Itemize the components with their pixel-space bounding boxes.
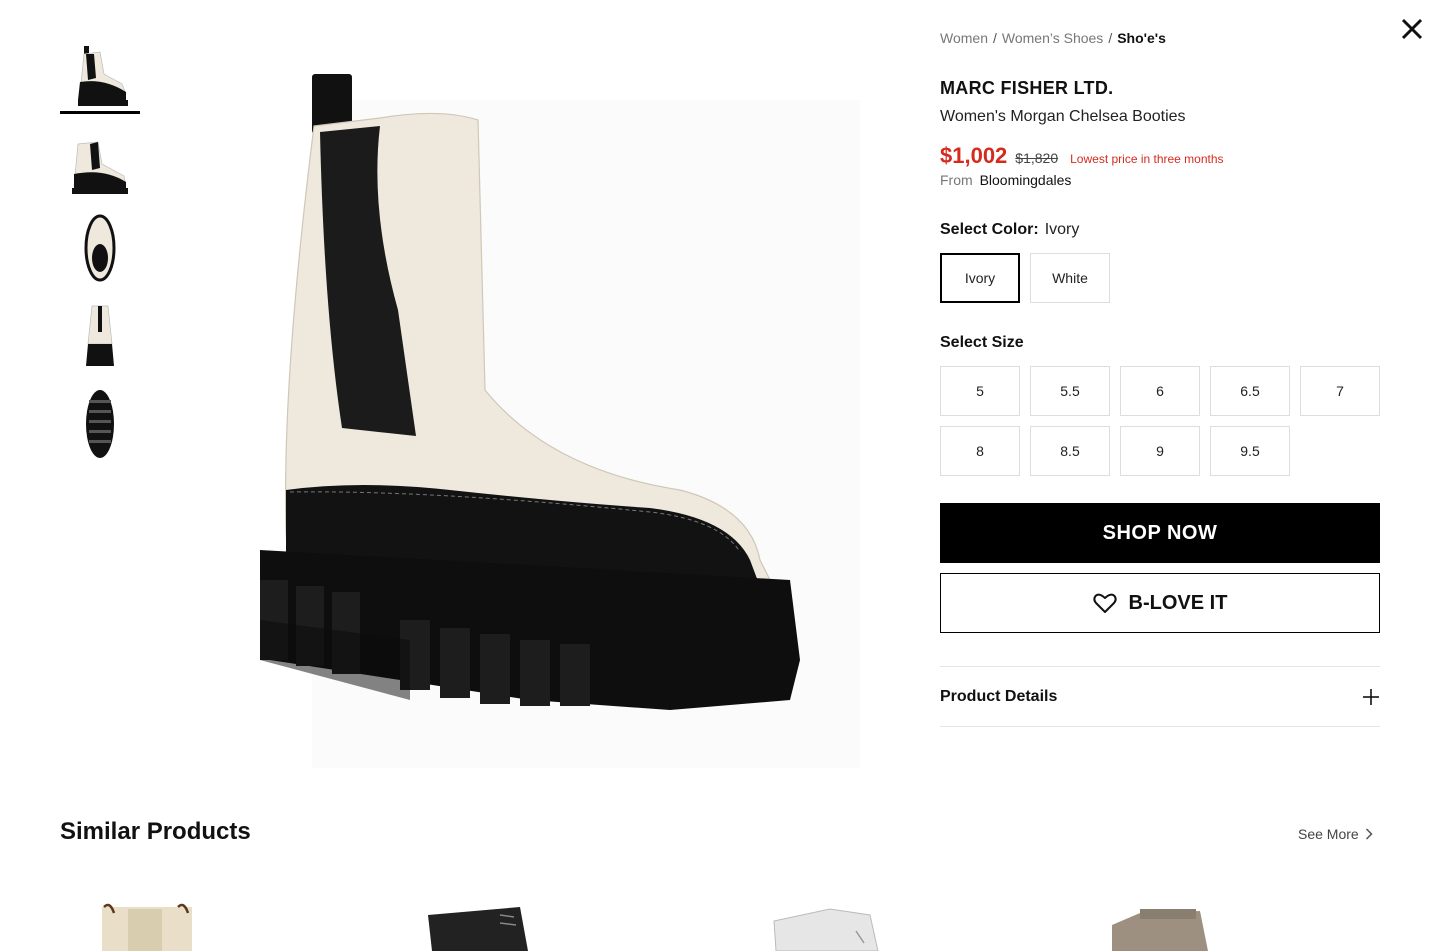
price-note: Lowest price in three months	[1070, 152, 1224, 166]
breadcrumb-current: Sho'e's	[1117, 30, 1166, 46]
main-product-image	[230, 60, 870, 780]
see-more-link[interactable]: See More	[1298, 826, 1373, 842]
breadcrumb-women[interactable]: Women	[940, 30, 988, 46]
thumbnail-sole-view[interactable]	[60, 382, 140, 466]
similar-product-card[interactable]	[760, 895, 960, 951]
size-option-6-5[interactable]: 6.5	[1210, 366, 1290, 416]
size-option-9[interactable]: 9	[1120, 426, 1200, 476]
plus-icon	[1363, 688, 1379, 705]
size-option-5-5[interactable]: 5.5	[1030, 366, 1110, 416]
selected-color: Ivory	[1044, 221, 1080, 238]
thumbnail-list	[60, 30, 140, 470]
product-name: Women's Morgan Chelsea Booties	[940, 108, 1186, 125]
size-option-8[interactable]: 8	[940, 426, 1020, 476]
breadcrumb-womens-shoes[interactable]: Women’s Shoes	[1002, 30, 1103, 46]
size-label: Select Size	[940, 334, 1024, 351]
thumbnail-side-view[interactable]	[60, 30, 140, 114]
store-name: Bloomingdales	[979, 172, 1072, 188]
breadcrumb: Women / Women’s Shoes / Sho'e's	[940, 30, 1166, 46]
size-option-8-5[interactable]: 8.5	[1030, 426, 1110, 476]
store-row: From Bloomingdales	[940, 172, 1071, 188]
thumbnail-top-view[interactable]	[60, 206, 140, 290]
similar-product-card[interactable]	[1100, 895, 1300, 951]
from-label: From	[940, 172, 973, 188]
color-label: Select Color: Ivory	[940, 221, 1079, 239]
price-row: $1,002 $1,820 Lowest price in three mont…	[940, 143, 1224, 169]
close-icon	[1401, 18, 1423, 40]
close-button[interactable]	[1398, 15, 1426, 43]
product-details-accordion[interactable]: Product Details	[940, 666, 1380, 727]
brand-name: MARC FISHER LTD.	[940, 78, 1114, 98]
size-option-9-5[interactable]: 9.5	[1210, 426, 1290, 476]
love-it-label: B-LOVE IT	[1128, 591, 1228, 614]
thumbnail-outer-view[interactable]	[60, 118, 140, 202]
color-option-ivory[interactable]: Ivory	[940, 253, 1020, 303]
similar-products-title: Similar Products	[60, 818, 251, 845]
heart-icon	[1092, 593, 1117, 613]
breadcrumb-separator: /	[1108, 30, 1113, 46]
chevron-right-icon	[1365, 828, 1373, 840]
thumbnail-back-view[interactable]	[60, 294, 140, 378]
color-label-text: Select Color:	[940, 221, 1039, 238]
original-price: $1,820	[1015, 150, 1059, 166]
color-options: Ivory White	[940, 253, 1110, 303]
shop-now-button[interactable]: SHOP NOW	[940, 503, 1380, 563]
sale-price: $1,002	[940, 143, 1008, 168]
color-option-white[interactable]: White	[1030, 253, 1110, 303]
size-option-7[interactable]: 7	[1300, 366, 1380, 416]
product-details-label: Product Details	[940, 687, 1058, 705]
similar-product-card[interactable]	[410, 895, 610, 951]
size-option-5[interactable]: 5	[940, 366, 1020, 416]
see-more-label: See More	[1298, 826, 1359, 842]
size-option-6[interactable]: 6	[1120, 366, 1200, 416]
similar-product-card[interactable]	[80, 895, 280, 951]
breadcrumb-separator: /	[992, 30, 997, 46]
size-options: 5 5.5 6 6.5 7 8 8.5 9 9.5	[940, 366, 1380, 476]
love-it-button[interactable]: B-LOVE IT	[940, 573, 1380, 633]
